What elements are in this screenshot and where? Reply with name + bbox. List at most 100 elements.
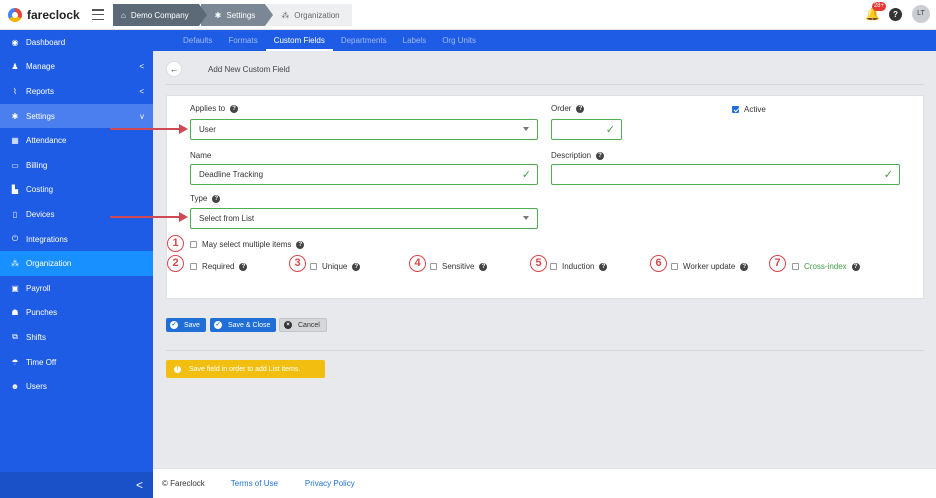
checkbox-icon [792, 263, 799, 270]
sidebar-item-users[interactable]: ☻ Users [0, 374, 153, 399]
users-icon: ☻ [10, 382, 20, 392]
help-icon[interactable]: ? [740, 262, 749, 271]
sidebar-item-label: Devices [26, 209, 55, 219]
sidebar-item-label: Billing [26, 160, 48, 170]
breadcrumb-organization[interactable]: ⁂ Organization [267, 4, 352, 26]
checkbox-icon [430, 263, 437, 270]
order-label: Order ? [551, 104, 585, 113]
tab-defaults[interactable]: Defaults [175, 30, 220, 51]
breadcrumb-settings[interactable]: ✱ Settings [200, 4, 273, 26]
sensitive-checkbox[interactable]: Sensitive ? [430, 262, 488, 271]
top-bar: fareclock ⌂ Demo Company ✱ Settings ⁂ Or… [0, 0, 936, 30]
sidebar-item-shifts[interactable]: ⧉ Shifts [0, 325, 153, 350]
beach-icon: ☂ [11, 357, 19, 367]
shifts-icon: ⧉ [12, 332, 18, 342]
help-icon[interactable]: ? [576, 104, 585, 113]
applies-to-label: Applies to ? [190, 104, 239, 113]
sidebar-item-devices[interactable]: ▯ Devices [0, 202, 153, 227]
app-logo[interactable]: fareclock [8, 8, 80, 22]
sidebar-item-label: Dashboard [26, 37, 66, 47]
help-icon[interactable]: ? [212, 194, 221, 203]
multiple-items-label: May select multiple items [202, 240, 292, 249]
name-input[interactable]: Deadline Tracking ✓ [190, 164, 538, 185]
sidebar-item-attendance[interactable]: ▦ Attendance [0, 128, 153, 153]
tab-formats[interactable]: Formats [220, 30, 265, 51]
avatar[interactable]: LT [912, 5, 930, 23]
app-name: fareclock [27, 8, 80, 22]
annotation-number: 1 [167, 235, 184, 252]
tab-custom-fields[interactable]: Custom Fields [265, 30, 333, 51]
help-icon[interactable]: ? [479, 262, 488, 271]
chevron-down-icon: v [140, 111, 144, 121]
sidebar-item-punches[interactable]: ☗ Punches [0, 301, 153, 326]
privacy-link[interactable]: Privacy Policy [305, 479, 355, 488]
copyright: © Fareclock [162, 479, 205, 488]
help-icon[interactable]: ? [596, 151, 605, 160]
help-icon[interactable]: ? [239, 262, 248, 271]
page-header: ← Add New Custom Field [166, 58, 290, 80]
notifications-bell-icon[interactable]: 🔔 28+ [865, 2, 886, 21]
sidebar-item-settings[interactable]: ✱ Settings v [0, 103, 153, 129]
sidebar-item-payroll[interactable]: ▣ Payroll [0, 276, 153, 301]
help-icon[interactable]: ? [296, 240, 305, 249]
close-icon: × [284, 321, 292, 329]
sidebar-item-label: Organization [26, 259, 72, 269]
breadcrumb-company[interactable]: ⌂ Demo Company [113, 4, 207, 26]
sidebar-item-billing[interactable]: ▭ Billing [0, 153, 153, 178]
notification-badge: 28+ [871, 2, 886, 11]
multiple-items-checkbox[interactable]: May select multiple items ? [190, 240, 305, 249]
sidebar-item-reports[interactable]: ⌇ Reports < [0, 79, 153, 104]
sidebar-item-dashboard[interactable]: ◉ Dashboard [0, 30, 153, 55]
description-input[interactable]: ✓ [551, 164, 900, 185]
help-icon[interactable]: ? [352, 262, 361, 271]
cancel-button[interactable]: × Cancel [279, 318, 327, 332]
sidebar-item-costing[interactable]: ▙ Costing [0, 178, 153, 203]
worker-update-checkbox[interactable]: Worker update ? [671, 262, 749, 271]
type-select[interactable]: Select from List [190, 208, 538, 229]
tab-departments[interactable]: Departments [333, 30, 395, 51]
help-icon[interactable]: ? [599, 262, 608, 271]
terms-link[interactable]: Terms of Use [231, 479, 278, 488]
applies-to-label-text: Applies to [190, 104, 226, 113]
active-checkbox[interactable]: Active [732, 105, 766, 114]
save-close-button[interactable]: ✓ Save & Close [210, 318, 277, 332]
chevron-left-icon: < [139, 86, 144, 96]
info-icon: ! [174, 365, 181, 373]
sidebar-item-label: Integrations [26, 234, 68, 244]
required-checkbox[interactable]: Required ? [190, 262, 248, 271]
cross-index-label: Cross-index [804, 262, 847, 271]
help-icon[interactable]: ? [889, 7, 902, 21]
sidebar-item-label: Reports [26, 86, 55, 96]
back-arrow-icon[interactable]: ← [166, 61, 182, 77]
gear-icon: ✱ [11, 111, 19, 121]
cross-index-checkbox[interactable]: Cross-index ? [792, 262, 860, 271]
sidebar-item-organization[interactable]: ⁂ Organization [0, 251, 153, 276]
applies-to-select[interactable]: User [190, 119, 538, 140]
sensitive-label: Sensitive [442, 262, 475, 271]
sidebar-item-manage[interactable]: ♟ Manage < [0, 55, 153, 80]
help-icon[interactable]: ? [230, 104, 239, 113]
top-right-controls: 🔔 28+ ? LT [865, 2, 930, 23]
sidebar-item-time-off[interactable]: ☂ Time Off [0, 350, 153, 375]
tab-org-units[interactable]: Org Units [434, 30, 484, 51]
type-value: Select from List [199, 214, 255, 223]
annotation-number: 4 [409, 255, 426, 272]
unique-checkbox[interactable]: Unique ? [310, 262, 361, 271]
help-icon[interactable]: ? [851, 262, 860, 271]
checkbox-icon [310, 263, 317, 270]
sidebar-item-label: Shifts [26, 332, 47, 342]
logo-mark-icon [8, 8, 22, 22]
sidebar-item-integrations[interactable]: ⏻ Integrations [0, 227, 153, 252]
sidebar-item-label: Punches [26, 308, 58, 318]
sidebar-item-label: Manage [26, 62, 55, 72]
collapse-sidebar-icon[interactable]: < [0, 472, 153, 498]
tab-labels[interactable]: Labels [395, 30, 435, 51]
induction-checkbox[interactable]: Induction ? [550, 262, 608, 271]
org-icon: ⁂ [281, 10, 290, 20]
caret-down-icon [523, 216, 529, 220]
payroll-icon: ▣ [11, 283, 19, 293]
menu-toggle-icon[interactable] [92, 9, 104, 20]
order-input[interactable]: ✓ [551, 119, 622, 140]
sidebar-item-label: Time Off [26, 357, 57, 367]
save-button[interactable]: ✓ Save [166, 318, 206, 332]
